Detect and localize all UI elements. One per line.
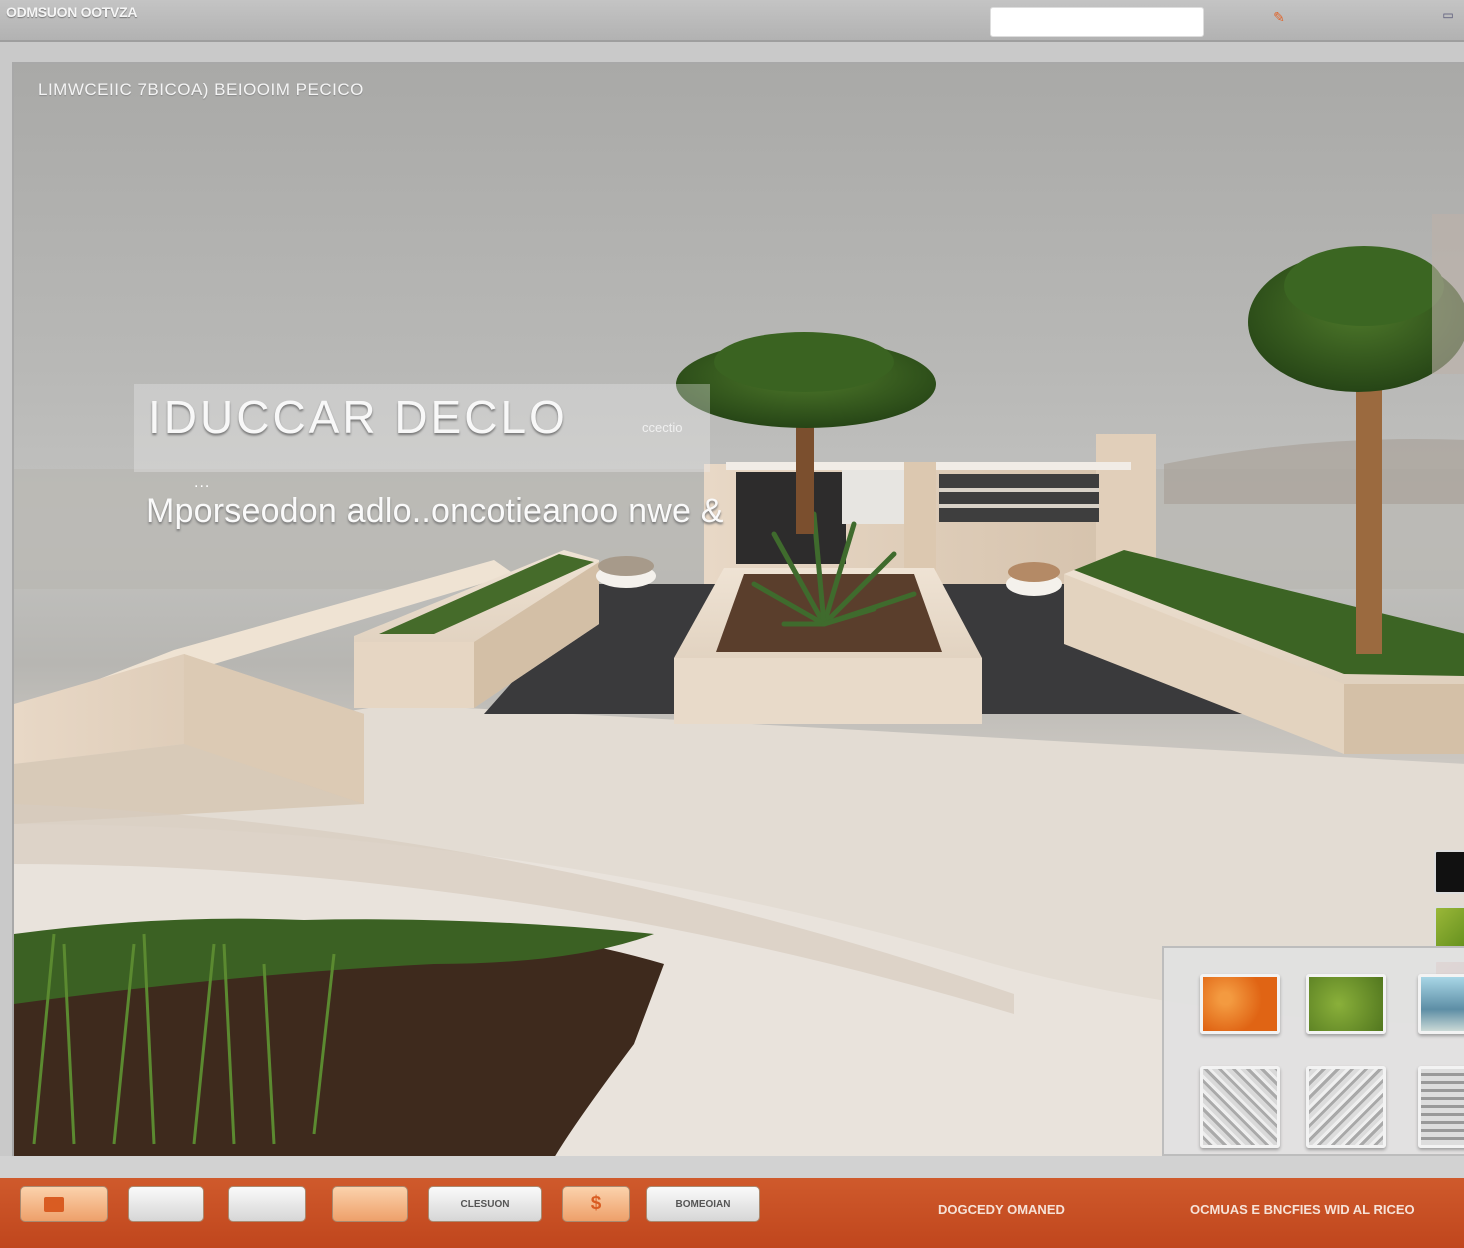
hero-dots: ... (194, 474, 211, 491)
search-input[interactable] (990, 7, 1204, 37)
tile-moss[interactable] (1306, 974, 1386, 1034)
toolbar-button-bomeoian[interactable]: BOMEOIAN (646, 1186, 760, 1222)
app-window: ODMSUON OOTVZA ✎ ▭ LIMWCEIIC 7BICOA) BEI… (0, 0, 1464, 1248)
tree-trunk (796, 414, 814, 534)
toolbar-button-price[interactable]: $ (562, 1186, 630, 1222)
toolbar-button-2[interactable] (128, 1186, 204, 1222)
toolbar-button-3[interactable] (228, 1186, 306, 1222)
hero-tag: ccectio (642, 420, 683, 435)
toolbar-button-box[interactable] (20, 1186, 108, 1222)
dollar-icon: $ (590, 1193, 602, 1214)
swatch-green[interactable] (1434, 906, 1464, 950)
hero-title: IDUCCAR DECLO (148, 391, 568, 443)
status-text-right: OCMUAS E BNCFIES WID AL RICEO (1190, 1202, 1415, 1217)
window-icon[interactable]: ▭ (1438, 8, 1458, 24)
tile-stone-pattern-1[interactable] (1200, 1066, 1280, 1148)
app-title: ODMSUON OOTVZA (6, 4, 138, 20)
toolbar-button-4[interactable] (332, 1186, 408, 1222)
tile-stone-pattern-3[interactable] (1418, 1066, 1464, 1148)
top-bar: ODMSUON OOTVZA ✎ ▭ (0, 0, 1464, 42)
tile-orange-gravel[interactable] (1200, 974, 1280, 1034)
viewport-caption: LIMWCEIIC 7BICOA) BEIOOIM PECICO (38, 80, 364, 99)
hero-subtitle: Mporseodon adlo..oncotieanoo nwe & (146, 492, 724, 530)
swatch-black[interactable] (1434, 850, 1464, 894)
material-panel (1162, 946, 1464, 1156)
status-text-left: DOGCEDY OMANED (938, 1202, 1065, 1217)
brush-icon[interactable]: ✎ (1270, 9, 1288, 27)
toolbar-button-clesuon[interactable]: CLESUON (428, 1186, 542, 1222)
tile-stone-pattern-2[interactable] (1306, 1066, 1386, 1148)
tile-sky-water[interactable] (1418, 974, 1464, 1034)
box-icon (44, 1196, 64, 1212)
bottom-toolbar: CLESUON $ BOMEOIAN DOGCEDY OMANED OCMUAS… (0, 1156, 1464, 1248)
